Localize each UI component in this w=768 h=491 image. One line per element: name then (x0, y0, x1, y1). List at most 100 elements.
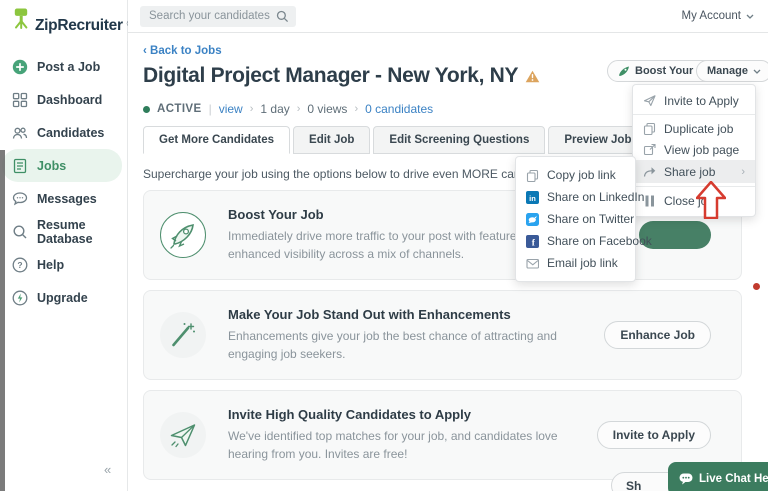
search-icon[interactable] (276, 10, 289, 28)
paper-plane-icon (160, 412, 206, 459)
ziggy-chair-icon (12, 8, 31, 35)
sidebar-item-dashboard[interactable]: Dashboard (0, 83, 127, 116)
menu-item-share-linkedin[interactable]: in Share on LinkedIn (516, 186, 644, 208)
chevron-right-icon: › (296, 103, 301, 116)
card-body: Invite High Quality Candidates to Apply … (228, 407, 597, 463)
sidebar: ZipRecruiter ® Post a Job Dashboard C (0, 0, 131, 491)
tab-edit-job[interactable]: Edit Job (293, 126, 371, 155)
pause-icon (643, 194, 656, 207)
bolt-circle-icon (12, 290, 28, 306)
sidebar-nav: Post a Job Dashboard Candidates Jobs Mes… (0, 50, 127, 314)
separator: | (208, 102, 212, 117)
active-status-dot (143, 105, 150, 113)
sidebar-item-messages[interactable]: Messages (0, 182, 127, 215)
magnifier-icon (12, 224, 28, 240)
red-up-arrow-annotation (696, 181, 726, 219)
sidebar-item-upgrade[interactable]: Upgrade (0, 281, 127, 314)
paper-plane-icon (643, 94, 656, 107)
copy-icon (526, 169, 539, 182)
menu-divider (633, 186, 755, 187)
sidebar-item-post-a-job[interactable]: Post a Job (0, 50, 127, 83)
sidebar-item-label: Candidates (37, 125, 105, 140)
sidebar-item-label: Upgrade (37, 290, 88, 305)
question-circle-icon: ? (12, 257, 28, 273)
sidebar-item-label: Help (37, 257, 65, 272)
email-icon (526, 257, 539, 270)
live-chat-label: Live Chat Help! (699, 473, 768, 485)
page-title: Digital Project Manager - New York, NY (143, 64, 519, 87)
candidates-link[interactable]: 0 candidates (365, 102, 433, 116)
chevron-right-icon: › (249, 103, 254, 116)
menu-item-share-facebook[interactable]: f Share on Facebook (516, 230, 652, 252)
jobs-document-icon (12, 158, 28, 174)
menu-item-label: Copy job link (547, 168, 616, 182)
candidate-search (140, 5, 296, 28)
back-to-jobs-link[interactable]: ‹ Back to Jobs (143, 45, 742, 57)
sidebar-collapse-button[interactable]: « (104, 462, 111, 477)
sidebar-item-label: Resume Database (37, 217, 93, 246)
rocket-icon (619, 66, 629, 76)
warning-icon (525, 70, 540, 82)
plus-circle-icon (12, 59, 28, 75)
share-arrow-icon (643, 165, 656, 178)
job-views: 0 views (307, 102, 348, 117)
sidebar-item-jobs[interactable]: Jobs (2, 149, 122, 182)
menu-item-invite-to-apply[interactable]: Invite to Apply (633, 90, 755, 111)
grid-icon (12, 92, 28, 108)
menu-item-label: Duplicate job (664, 121, 734, 136)
ziprecruiter-app: ZipRecruiter ® Post a Job Dashboard C (0, 0, 768, 491)
left-scrollbar[interactable] (0, 150, 5, 491)
menu-item-share-twitter[interactable]: Share on Twitter (516, 208, 635, 230)
menu-item-label: Share on Twitter (547, 212, 635, 226)
card-description: We've identified top matches for your jo… (228, 429, 558, 461)
menu-item-copy-job-link[interactable]: Copy job link (516, 164, 635, 186)
menu-item-share-job[interactable]: Share job › (633, 160, 755, 183)
menu-item-duplicate-job[interactable]: Duplicate job (633, 118, 755, 139)
chevron-right-icon: › (354, 103, 359, 116)
sidebar-item-resume-database[interactable]: Resume Database (0, 215, 127, 248)
brand-logo[interactable]: ZipRecruiter ® (0, 0, 131, 35)
facebook-icon: f (526, 234, 539, 248)
card-title: Invite High Quality Candidates to Apply (228, 407, 471, 423)
magic-wand-icon (160, 312, 206, 359)
live-chat-button[interactable]: Live Chat Help! (668, 462, 768, 491)
twitter-icon (526, 212, 539, 226)
my-account-label: My Account (681, 10, 741, 22)
external-link-icon (643, 143, 656, 156)
menu-item-label: Share on Facebook (547, 234, 652, 248)
search-input[interactable] (140, 5, 296, 27)
card-body: Make Your Job Stand Out with Enhancement… (228, 307, 604, 363)
invite-to-apply-button[interactable]: Invite to Apply (596, 421, 711, 450)
topbar: My Account (128, 0, 768, 33)
svg-text:?: ? (17, 260, 22, 270)
chat-bubble-icon (679, 473, 693, 485)
red-dot-annotation (753, 283, 760, 290)
enhance-job-button[interactable]: Enhance Job (604, 321, 711, 350)
menu-item-view-job-page[interactable]: View job page (633, 139, 755, 160)
sidebar-item-help[interactable]: ? Help (0, 248, 127, 281)
sidebar-item-candidates[interactable]: Candidates (0, 116, 127, 149)
manage-dropdown-menu: Invite to Apply Duplicate job View job p… (632, 84, 756, 217)
menu-item-close-job[interactable]: Close job (633, 190, 755, 211)
view-link[interactable]: view (219, 102, 243, 116)
menu-item-email-job-link[interactable]: Email job link (516, 252, 635, 274)
manage-button[interactable]: Manage (696, 60, 768, 82)
menu-item-label: Share on LinkedIn (547, 190, 645, 204)
tab-edit-screening-questions[interactable]: Edit Screening Questions (373, 126, 546, 155)
tab-get-more-candidates[interactable]: Get More Candidates (143, 126, 291, 155)
my-account-menu[interactable]: My Account (682, 10, 754, 22)
sidebar-item-label: Jobs (37, 158, 67, 173)
job-age: 1 day (260, 102, 290, 117)
duplicate-icon (643, 122, 656, 135)
menu-divider (633, 114, 755, 115)
sidebar-item-label: Post a Job (37, 59, 101, 74)
menu-item-label: Email job link (547, 256, 618, 270)
people-icon (12, 125, 28, 141)
sidebar-item-label: Messages (37, 191, 97, 206)
submenu-chevron-icon: › (741, 165, 745, 178)
card-title: Make Your Job Stand Out with Enhancement… (228, 307, 511, 323)
menu-item-label: Invite to Apply (664, 93, 739, 108)
card-invite-candidates: Invite High Quality Candidates to Apply … (143, 390, 742, 481)
brand-logo-text: ZipRecruiter (35, 17, 123, 34)
chat-bubble-icon (12, 191, 28, 207)
